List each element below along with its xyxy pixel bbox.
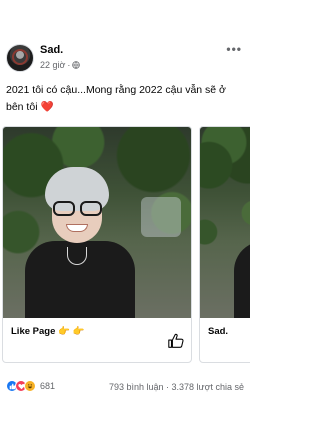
author-name[interactable]: Sad. <box>40 44 63 56</box>
globe-icon <box>72 61 81 69</box>
card-photo[interactable] <box>200 127 250 318</box>
reactions-summary[interactable]: 681 <box>6 380 55 392</box>
card-title[interactable]: Sad. <box>208 326 228 337</box>
post-caption: 2021 tôi có cậu...Mong rằng 2022 cậu vẫn… <box>6 82 246 116</box>
share-count[interactable]: 3.378 lượt chia sẻ <box>172 382 244 392</box>
more-options-icon[interactable]: ••• <box>226 42 242 56</box>
person-figure <box>25 167 135 318</box>
counts-separator: · <box>163 382 172 392</box>
post-time[interactable]: 22 giờ <box>40 60 65 70</box>
post-stats: 681 793 bình luận · 3.378 lượt chia sẻ <box>0 376 250 398</box>
person-figure <box>234 167 250 318</box>
card-title[interactable]: Like Page 👉 👉 <box>11 326 84 337</box>
card-photo[interactable] <box>3 127 191 318</box>
heart-emoji: ❤️ <box>40 101 54 113</box>
engagement-counts: 793 bình luận · 3.378 lượt chia sẻ <box>109 382 244 392</box>
image-carousel[interactable]: Like Page 👉 👉 Sad. <box>0 126 250 364</box>
carousel-card[interactable]: Like Page 👉 👉 <box>2 126 192 363</box>
post-header: Sad. 22 giờ · ••• <box>0 36 250 78</box>
carousel-card[interactable]: Sad. <box>199 126 250 363</box>
meta-separator: · <box>67 60 71 70</box>
post-meta: 22 giờ · <box>40 60 81 70</box>
caption-text: 2021 tôi có cậu...Mong rằng 2022 cậu vẫn… <box>6 84 226 113</box>
author-avatar[interactable] <box>6 44 34 72</box>
reaction-count: 681 <box>40 381 56 391</box>
haha-icon <box>24 380 36 392</box>
comment-count[interactable]: 793 bình luận <box>109 382 164 392</box>
thumbs-up-icon[interactable] <box>167 332 185 350</box>
